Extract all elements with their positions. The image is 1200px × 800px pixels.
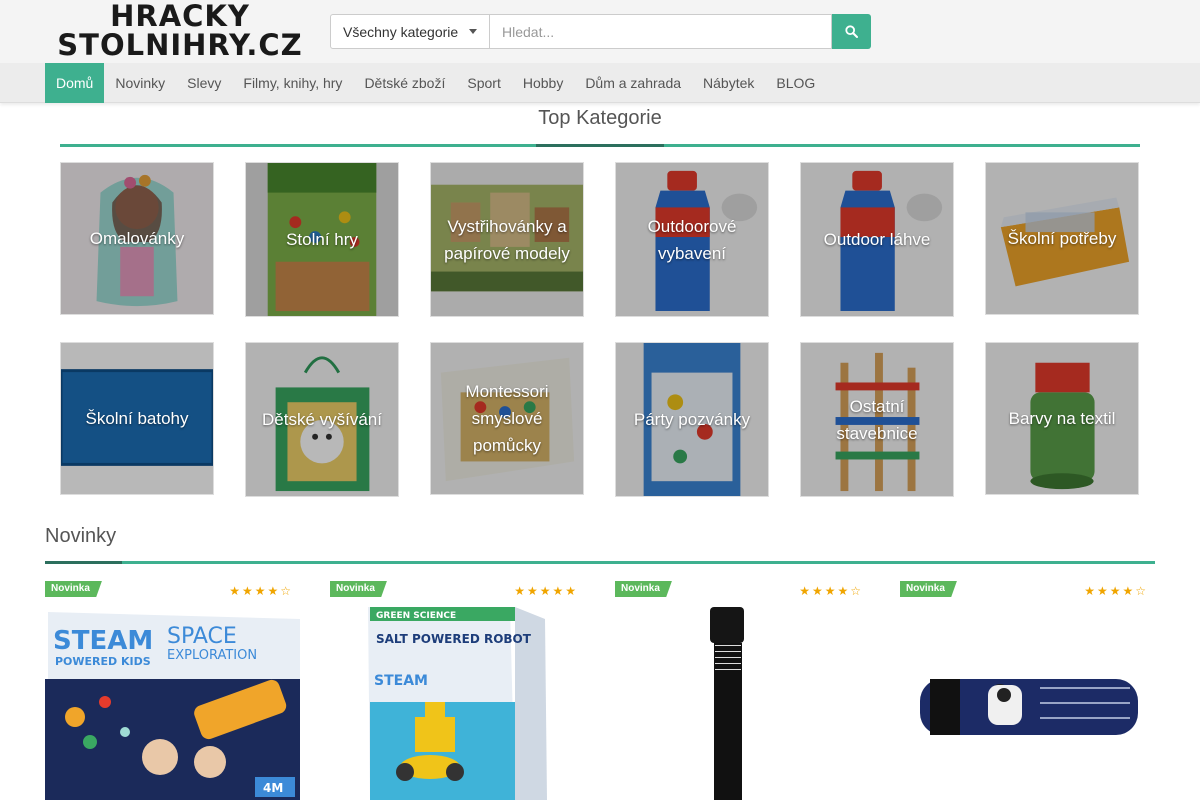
nav-item-nabytek[interactable]: Nábytek — [692, 63, 765, 103]
nav-item-dum-a-zahrada[interactable]: Dům a zahrada — [574, 63, 692, 103]
nav-item-detske-zbozi[interactable]: Dětské zboží — [353, 63, 456, 103]
chevron-down-icon — [469, 29, 477, 34]
category-label: Vystřihovánky a papírové modely — [444, 216, 570, 263]
box-text-4m: 4M — [263, 781, 283, 795]
category-tile-ostatni-stavebnice[interactable]: Ostatní stavebnice — [800, 342, 954, 497]
category-tile-outdoorove-vybaveni[interactable]: Outdoorové vybavení — [615, 162, 769, 317]
product-card[interactable]: Novinka ★★★★☆ STEAM POWERED KIDS SPACE E… — [45, 580, 300, 800]
nav-item-sport[interactable]: Sport — [456, 63, 511, 103]
top-categories-title: Top Kategorie — [538, 107, 662, 129]
category-tile-outdoor-lahve[interactable]: Outdoor láhve — [800, 162, 954, 317]
nav-item-novinky[interactable]: Novinky — [104, 63, 176, 103]
product-card[interactable]: Novinka ★★★★☆ — [615, 580, 870, 800]
category-label: Stolní hry — [286, 230, 358, 249]
category-label: Outdoor láhve — [823, 230, 931, 249]
box-text-powered-kids: POWERED KIDS — [55, 655, 151, 668]
category-label: Outdoorové vybavení — [647, 216, 737, 263]
box-text-salt-powered-robot: SALT POWERED ROBOT — [376, 632, 532, 646]
product-image[interactable] — [900, 607, 1155, 800]
novinky-title: Novinky — [45, 525, 117, 547]
category-tile-skolni-potreby[interactable]: Školní potřeby — [985, 162, 1139, 315]
box-text-steam: STEAM — [374, 673, 428, 689]
novinka-badge: Novinka — [330, 581, 387, 597]
section-divider — [45, 561, 1155, 564]
search-input[interactable] — [490, 14, 832, 49]
logo-line-1: HRACKY — [110, 0, 250, 33]
box-text-green-science: GREEN SCIENCE — [376, 611, 456, 621]
category-label: Omalovánky — [89, 229, 185, 248]
product-image[interactable]: STEAM POWERED KIDS SPACE EXPLORATION 4M — [45, 607, 300, 800]
category-label: Ostatní stavebnice — [836, 396, 918, 443]
nav-item-filmy-knihy-hry[interactable]: Filmy, knihy, hry — [232, 63, 353, 103]
category-label: Školní batohy — [85, 409, 189, 428]
category-tile-stolni-hry[interactable]: Stolní hry — [245, 162, 399, 317]
product-card[interactable]: Novinka ★★★★☆ — [900, 580, 1155, 800]
nav-item-slevy[interactable]: Slevy — [176, 63, 232, 103]
box-text-space: SPACE — [167, 624, 237, 649]
novinka-badge: Novinka — [615, 581, 672, 597]
category-tile-montessori[interactable]: Montessori smyslové pomůcky — [430, 342, 584, 495]
category-label: Párty pozvánky — [633, 410, 751, 429]
box-text-exploration: EXPLORATION — [167, 648, 257, 663]
category-tile-omalovanky[interactable]: Omalovánky — [60, 162, 214, 315]
category-tile-barvy-na-textil[interactable]: Barvy na textil — [985, 342, 1139, 495]
category-label: Školní potřeby — [1007, 229, 1117, 248]
category-tile-party-pozvanky[interactable]: Párty pozvánky — [615, 342, 769, 497]
header: HRACKY STOLNIHRY.CZ Všechny kategorie — [0, 0, 1200, 63]
product-image[interactable]: GREEN SCIENCE SALT POWERED ROBOT STEAM — [330, 607, 585, 800]
nav-item-domu[interactable]: Domů — [45, 63, 105, 103]
section-divider-accent — [536, 144, 664, 147]
product-image[interactable] — [615, 607, 870, 800]
nav-item-blog[interactable]: BLOG — [765, 63, 826, 103]
product-card[interactable]: Novinka ★★★★★ GREEN SCIENCE SALT POWERED… — [330, 580, 585, 800]
main-nav: Domů Novinky Slevy Filmy, knihy, hry Dět… — [0, 63, 1200, 103]
logo-line-2: STOLNIHRY.CZ — [57, 28, 303, 62]
category-label: Montessori smyslové pomůcky — [465, 382, 549, 455]
novinka-badge: Novinka — [45, 581, 102, 597]
rating-stars: ★★★★★ — [514, 584, 578, 598]
rating-stars: ★★★★☆ — [1084, 584, 1148, 598]
rating-stars: ★★★★☆ — [229, 584, 293, 598]
search-icon — [845, 25, 858, 38]
search-button[interactable] — [832, 14, 871, 49]
category-tile-skolni-batohy[interactable]: Školní batohy — [60, 342, 214, 495]
category-label: Dětské vyšívání — [262, 410, 382, 429]
category-label: Barvy na textil — [1008, 409, 1116, 428]
category-tile-detske-vysivani[interactable]: Dětské vyšívání — [245, 342, 399, 497]
section-divider-accent — [45, 561, 122, 564]
category-select[interactable]: Všechny kategorie — [330, 14, 490, 49]
nav-item-hobby[interactable]: Hobby — [512, 63, 574, 103]
search-bar: Všechny kategorie — [330, 14, 871, 49]
novinka-badge: Novinka — [900, 581, 957, 597]
box-text-steam: STEAM — [53, 626, 153, 656]
category-tile-vystrihovanky[interactable]: Vystřihovánky a papírové modely — [430, 162, 584, 317]
rating-stars: ★★★★☆ — [799, 584, 863, 598]
category-select-value: Všechny kategorie — [343, 23, 459, 40]
site-logo[interactable]: HRACKY STOLNIHRY.CZ — [52, 2, 308, 62]
